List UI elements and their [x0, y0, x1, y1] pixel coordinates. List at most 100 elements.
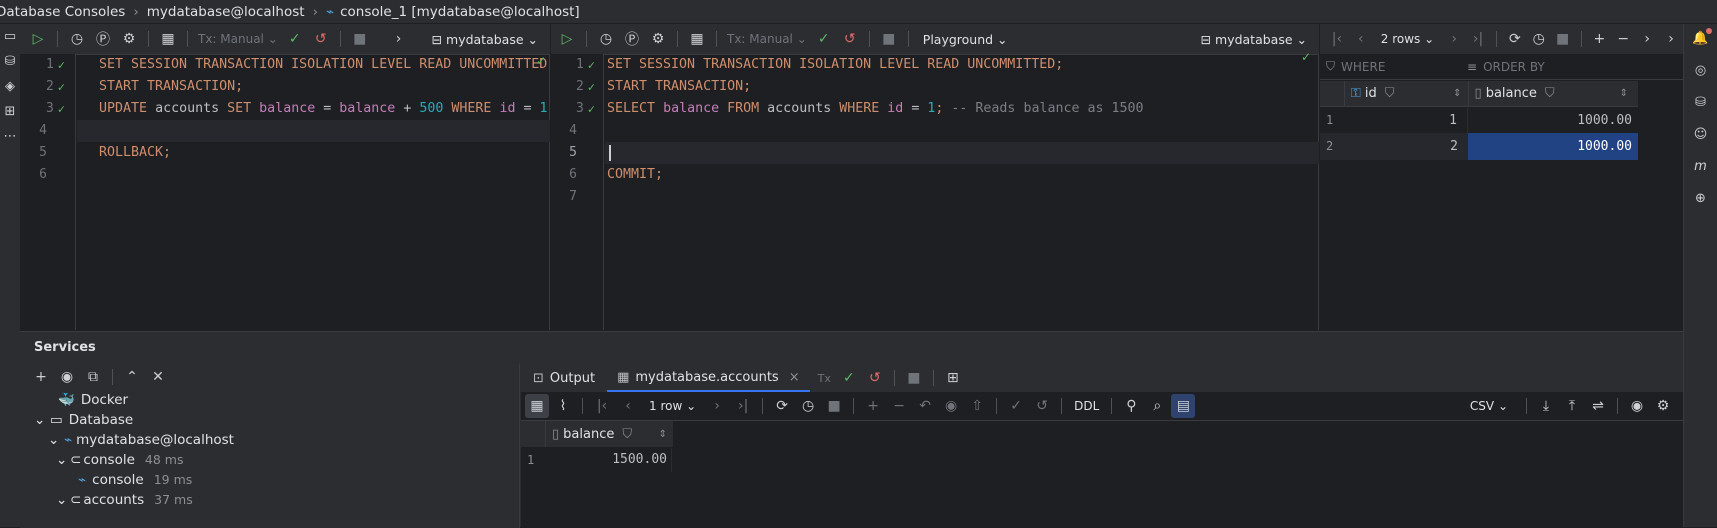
tree-item-datasource[interactable]: ⌄ ⌁ mydatabase@localhost — [34, 430, 519, 450]
next-page-icon[interactable]: › — [1443, 27, 1465, 51]
cell-balance[interactable]: 1500.00 — [545, 448, 672, 472]
download-icon[interactable]: ⤓ — [1534, 394, 1558, 418]
sort-arrows-icon[interactable]: ⇕ — [1620, 88, 1628, 99]
add-row-icon[interactable]: + — [1588, 27, 1610, 51]
rows-count-select[interactable]: 2 rows ⌄ — [1381, 32, 1434, 46]
add-service-icon[interactable]: + — [29, 365, 53, 389]
rollback-icon[interactable]: ↺ — [863, 366, 887, 390]
table-row[interactable]: 1 1 1000.00 — [1320, 108, 1638, 133]
rows-count-select[interactable]: 1 row ⌄ — [649, 399, 696, 413]
breadcrumb-item-consoles[interactable]: Database Consoles — [0, 4, 125, 20]
previous-page-icon[interactable]: ‹ — [616, 394, 640, 418]
revert-icon[interactable]: ↶ — [913, 394, 937, 418]
filter-icon[interactable]: ⛉ — [1545, 86, 1555, 101]
copilot-icon[interactable]: ☺ — [1691, 124, 1711, 144]
filter-icon[interactable]: ⛉ — [1385, 86, 1395, 101]
cell-balance[interactable]: 1000.00 — [1468, 108, 1638, 133]
tree-item-docker[interactable]: 🐳 Docker — [34, 390, 519, 410]
new-tab-icon[interactable]: ⧉ — [81, 365, 105, 389]
settings-icon[interactable]: ⚙ — [117, 27, 141, 51]
chat-icon[interactable]: ⊕ — [1691, 188, 1711, 208]
history-icon[interactable]: ◷ — [594, 27, 618, 51]
cell-id[interactable]: 2 — [1344, 133, 1468, 160]
table-row[interactable]: 2 2 1000.00 — [1320, 133, 1638, 160]
last-page-icon[interactable]: ›| — [731, 394, 755, 418]
history-icon[interactable]: ◷ — [796, 394, 820, 418]
playground-mode-select[interactable]: Playground ⌄ — [923, 32, 1008, 47]
history-icon[interactable]: ◷ — [65, 27, 89, 51]
folder-icon[interactable]: ▭ — [0, 26, 20, 46]
previous-page-icon[interactable]: ‹ — [1350, 27, 1372, 51]
chevron-right-icon[interactable]: › — [1660, 27, 1682, 51]
last-page-icon[interactable]: ›| — [1467, 27, 1489, 51]
cell-id[interactable]: 1 — [1344, 108, 1468, 133]
stop-icon[interactable]: ■ — [348, 27, 372, 51]
search-icon[interactable]: ⌕ — [1145, 394, 1169, 418]
next-page-icon[interactable]: › — [705, 394, 729, 418]
breadcrumb-item-console[interactable]: console_1 [mydatabase@localhost] — [340, 4, 580, 20]
remove-row-icon[interactable]: − — [887, 394, 911, 418]
grid-view-icon[interactable]: ▦ — [525, 394, 549, 418]
order-by-input[interactable]: ORDER BY — [1483, 60, 1545, 74]
ai-assistant-icon[interactable]: ◎ — [1691, 60, 1711, 80]
right-editor-code[interactable]: SET SESSION TRANSACTION ISOLATION LEVEL … — [605, 54, 1319, 330]
tab-output[interactable]: ⊡ Output — [521, 364, 607, 392]
stop-icon[interactable]: ■ — [877, 27, 901, 51]
export-format-select[interactable]: CSV ⌄ — [1470, 399, 1508, 413]
stop-icon[interactable]: ■ — [1552, 27, 1574, 51]
markdown-icon[interactable]: m — [1691, 156, 1711, 176]
commit-icon[interactable]: ✓ — [812, 27, 836, 51]
services-icon[interactable]: ◈ — [0, 76, 20, 96]
first-page-icon[interactable]: |‹ — [590, 394, 614, 418]
remove-row-icon[interactable]: − — [1612, 27, 1634, 51]
show-icon[interactable]: ◉ — [55, 365, 79, 389]
transpose-icon[interactable]: ⇌ — [1586, 394, 1610, 418]
column-header-id[interactable]: ⚿ id ⛉ ⇕ — [1345, 80, 1469, 107]
value-panel-icon[interactable]: ▤ — [1171, 394, 1196, 418]
tree-item-console[interactable]: ⌁ console 19 ms — [34, 470, 519, 490]
tree-item-database[interactable]: ⌄ ▭ Database — [34, 410, 519, 430]
chevron-down-icon[interactable]: ⌄ — [34, 410, 46, 430]
chevron-right-icon[interactable]: › — [387, 27, 411, 51]
history-icon[interactable]: ◷ — [1528, 27, 1550, 51]
explain-plan-icon[interactable]: Ⓟ — [91, 27, 115, 51]
commit-icon[interactable]: ✓ — [837, 366, 861, 390]
add-row-icon[interactable]: + — [861, 394, 885, 418]
pin-icon[interactable]: ⚲ — [1119, 394, 1143, 418]
layout-icon[interactable]: ⊞ — [941, 366, 965, 390]
execute-icon[interactable]: ▷ — [555, 27, 579, 51]
eye-icon[interactable]: ◉ — [1625, 394, 1649, 418]
settings-icon[interactable]: ⚙ — [646, 27, 670, 51]
table-row[interactable]: 1 1500.00 — [521, 448, 672, 472]
datasource-select[interactable]: ⊟ mydatabase ⌄ — [1201, 32, 1307, 47]
column-header-balance[interactable]: ▯ balance ⛉ ⇕ — [546, 421, 673, 447]
database-icon[interactable]: ⛁ — [1691, 92, 1711, 112]
tx-mode-select[interactable]: Tx: Manual ⌄ — [727, 32, 807, 46]
table-view-icon[interactable]: ▦ — [156, 27, 180, 51]
ddl-button[interactable]: DDL — [1074, 399, 1099, 413]
filter-icon[interactable]: ⛉ — [622, 427, 632, 442]
chevron-right-icon[interactable]: › — [1636, 27, 1658, 51]
rollback-icon[interactable]: ↺ — [838, 27, 862, 51]
structure-icon[interactable]: ⊞ — [0, 101, 20, 121]
upload-icon[interactable]: ⤒ — [1560, 394, 1584, 418]
refresh-icon[interactable]: ⟳ — [1504, 27, 1526, 51]
chevron-down-icon[interactable]: ⌄ — [48, 430, 60, 450]
stop-icon[interactable]: ■ — [902, 366, 926, 390]
sort-arrows-icon[interactable]: ⇕ — [1453, 88, 1461, 99]
chart-view-icon[interactable]: ⌇ — [551, 394, 575, 418]
more-icon[interactable]: ⋯ — [0, 126, 20, 146]
table-view-icon[interactable]: ▦ — [685, 27, 709, 51]
database-explorer-icon[interactable]: ⛁ — [0, 51, 20, 71]
chevron-down-icon[interactable]: ⌄ — [56, 490, 68, 510]
first-page-icon[interactable]: |‹ — [1326, 27, 1348, 51]
tree-item-console-session[interactable]: ⌄ ⊂ console 48 ms — [34, 450, 519, 470]
submit-icon[interactable]: ⇧ — [965, 394, 989, 418]
view-icon[interactable]: ◉ — [939, 394, 963, 418]
left-editor-code[interactable]: SET SESSION TRANSACTION ISOLATION LEVEL … — [77, 54, 550, 330]
tx-mode-select[interactable]: Tx: Manual ⌄ — [198, 32, 278, 46]
column-header-balance[interactable]: ▯ balance ⛉ ⇕ — [1469, 81, 1638, 107]
sort-arrows-icon[interactable]: ⇕ — [659, 429, 667, 440]
breadcrumb-item-datasource[interactable]: mydatabase@localhost — [147, 4, 305, 20]
close-icon[interactable]: × — [789, 370, 800, 385]
